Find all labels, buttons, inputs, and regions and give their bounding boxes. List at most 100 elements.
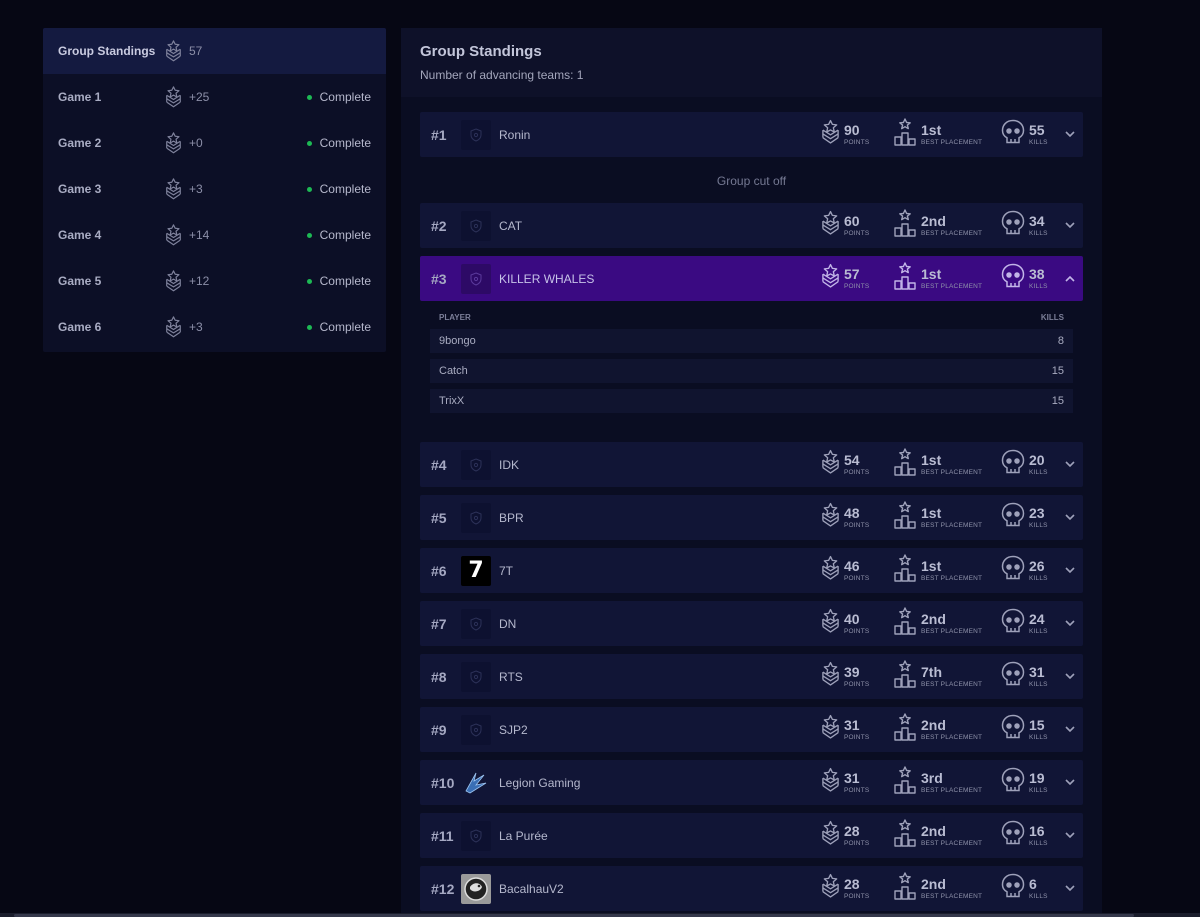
chevron-down-icon[interactable] xyxy=(1057,567,1083,574)
chevron-down-icon[interactable] xyxy=(1057,673,1083,680)
nav-item-points: +0 xyxy=(189,136,203,150)
page-title: Group Standings xyxy=(420,43,542,60)
team-logo-shield-icon xyxy=(461,820,491,851)
team-row[interactable]: #2 CAT 60 POINTS 2nd BEST PLACEMENT 34 K… xyxy=(420,203,1083,248)
kills-label: KILLS xyxy=(1029,282,1048,290)
team-row[interactable]: #8 RTS 39 POINTS 7th BEST PLACEMENT 31 K… xyxy=(420,654,1083,699)
team-row[interactable]: #11 La Purée 28 POINTS 2nd BEST PLACEMEN… xyxy=(420,813,1083,858)
team-name: BPR xyxy=(499,510,524,525)
team-rank: #3 xyxy=(431,270,447,287)
team-row[interactable]: #9 SJP2 31 POINTS 2nd BEST PLACEMENT 15 … xyxy=(420,707,1083,752)
points-chevrons-icon xyxy=(165,132,182,154)
chevron-down-icon[interactable] xyxy=(1057,620,1083,627)
points-value: 39 xyxy=(844,663,860,680)
chevron-down-icon[interactable] xyxy=(1057,779,1083,786)
team-logo-shield-icon xyxy=(461,661,491,692)
team-name: 7T xyxy=(499,563,514,578)
kills-stat: 24 KILLS xyxy=(1001,608,1057,639)
team-row[interactable]: #4 IDK 54 POINTS 1st BEST PLACEMENT 20 K… xyxy=(420,442,1083,487)
podium-icon xyxy=(893,554,917,587)
kills-label: KILLS xyxy=(1029,680,1048,688)
chevron-down-icon[interactable] xyxy=(1057,726,1083,733)
points-chevrons-icon xyxy=(821,767,840,798)
panel-header: Group Standings Number of advancing team… xyxy=(401,28,1102,97)
points-chevrons-icon xyxy=(165,86,182,108)
team-row[interactable]: #12 BacalhauV2 28 POINTS 2nd BEST PLACEM… xyxy=(420,866,1083,911)
podium-icon xyxy=(893,819,917,852)
status-text: Complete xyxy=(319,228,371,242)
kills-stat: 23 KILLS xyxy=(1001,502,1057,533)
kills-value: 16 xyxy=(1029,822,1045,839)
points-chevrons-icon xyxy=(821,449,840,480)
nav-item-label: Game 5 xyxy=(58,274,102,288)
nav-item-game-6[interactable]: Game 6 +3 Complete xyxy=(43,304,386,350)
team-logo-shield-icon xyxy=(461,714,491,745)
nav-item-game-1[interactable]: Game 1 +25 Complete xyxy=(43,74,386,120)
nav-item-label: Game 1 xyxy=(58,90,102,104)
nav-item-points: +12 xyxy=(189,274,210,288)
points-label: POINTS xyxy=(844,680,870,688)
points-chevrons-icon xyxy=(821,210,840,241)
player-name: 9bongo xyxy=(439,335,476,347)
team-logo-shield-icon xyxy=(461,119,491,150)
nav-item-game-3[interactable]: Game 3 +3 Complete xyxy=(43,166,386,212)
team-rank: #5 xyxy=(431,509,447,526)
points-stat: 31 POINTS xyxy=(821,767,893,798)
nav-item-game-4[interactable]: Game 4 +14 Complete xyxy=(43,212,386,258)
team-row[interactable]: #3 KILLER WHALES 57 POINTS 1st BEST PLAC… xyxy=(420,256,1083,301)
team-rank: #2 xyxy=(431,217,447,234)
points-value: 90 xyxy=(844,121,860,138)
kills-label: KILLS xyxy=(1029,229,1048,237)
chevron-up-icon[interactable] xyxy=(1057,275,1083,282)
team-row[interactable]: #6 7 7T 46 POINTS 1st BEST PLACEMENT 26 … xyxy=(420,548,1083,593)
player-kills: 15 xyxy=(1051,395,1064,407)
points-stat: 31 POINTS xyxy=(821,714,893,745)
kills-stat: 20 KILLS xyxy=(1001,449,1057,480)
chevron-down-icon[interactable] xyxy=(1057,885,1083,892)
team-name: Ronin xyxy=(499,127,531,142)
kills-value: 26 xyxy=(1029,557,1045,574)
points-stat: 39 POINTS xyxy=(821,661,893,692)
best-placement-stat: 2nd BEST PLACEMENT xyxy=(893,872,1001,905)
status-dot-icon xyxy=(306,324,312,330)
podium-icon xyxy=(893,448,917,481)
points-value: 60 xyxy=(844,212,860,229)
nav-item-points: +3 xyxy=(189,182,203,196)
points-stat: 60 POINTS xyxy=(821,210,893,241)
team-logo-shield-icon xyxy=(461,608,491,639)
team-rank: #6 xyxy=(431,562,447,579)
team-name: CAT xyxy=(499,218,523,233)
points-value: 40 xyxy=(844,610,860,627)
team-row[interactable]: #5 BPR 48 POINTS 1st BEST PLACEMENT 23 K… xyxy=(420,495,1083,540)
team-name: La Purée xyxy=(499,828,548,843)
points-chevrons-icon xyxy=(821,502,840,533)
placement-label: BEST PLACEMENT xyxy=(921,138,983,146)
group-cutoff-label: Group cut off xyxy=(716,174,787,188)
chevron-down-icon[interactable] xyxy=(1057,832,1083,839)
team-row[interactable]: #10 Legion Gaming 31 POINTS 3rd BEST PLA… xyxy=(420,760,1083,805)
team-rank: #10 xyxy=(431,774,455,791)
nav-item-game-5[interactable]: Game 5 +12 Complete xyxy=(43,258,386,304)
expanded-player-table: PLAYER KILLS 9bongo 8 Catch 15 TrixX 15 xyxy=(420,301,1083,434)
status-dot-icon xyxy=(306,278,312,284)
kills-stat: 38 KILLS xyxy=(1001,263,1057,294)
points-chevrons-icon xyxy=(165,316,182,338)
points-stat: 90 POINTS xyxy=(821,119,893,150)
nav-item-group-standings[interactable]: Group Standings 57 xyxy=(43,28,386,74)
points-value: 46 xyxy=(844,557,860,574)
placement-label: BEST PLACEMENT xyxy=(921,282,983,290)
placement-label: BEST PLACEMENT xyxy=(921,229,983,237)
nav-item-game-2[interactable]: Game 2 +0 Complete xyxy=(43,120,386,166)
chevron-down-icon[interactable] xyxy=(1057,222,1083,229)
horizontal-scrollbar[interactable] xyxy=(0,913,1200,917)
chevron-down-icon[interactable] xyxy=(1057,514,1083,521)
player-table-header: PLAYER KILLS xyxy=(430,313,1073,322)
kills-label: KILLS xyxy=(1029,786,1048,794)
team-row[interactable]: #7 DN 40 POINTS 2nd BEST PLACEMENT 24 KI… xyxy=(420,601,1083,646)
kills-value: 24 xyxy=(1029,610,1045,627)
chevron-down-icon[interactable] xyxy=(1057,131,1083,138)
points-stat: 40 POINTS xyxy=(821,608,893,639)
placement-label: BEST PLACEMENT xyxy=(921,521,983,529)
chevron-down-icon[interactable] xyxy=(1057,461,1083,468)
team-row[interactable]: #1 Ronin 90 POINTS 1st BEST PLACEMENT 55… xyxy=(420,112,1083,157)
